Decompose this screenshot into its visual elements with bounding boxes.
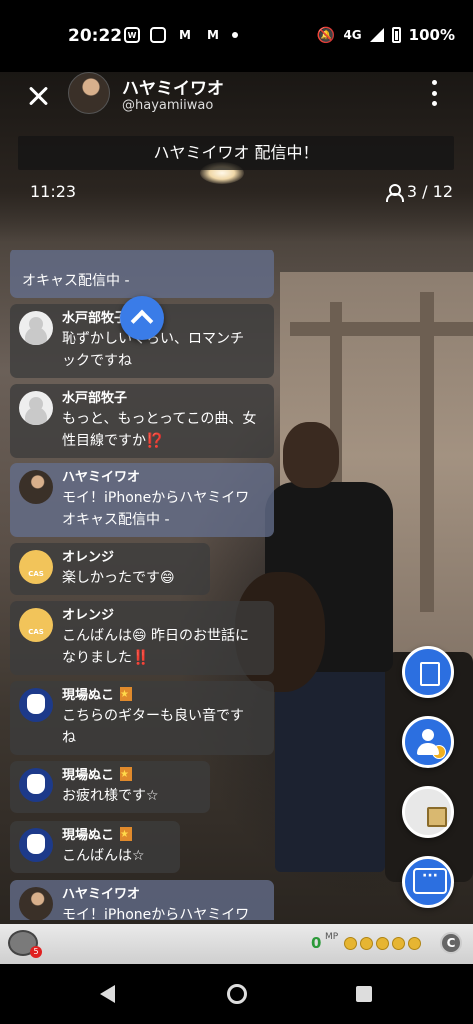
follow-button[interactable] xyxy=(402,716,454,768)
status-time: 20:22 xyxy=(68,26,123,46)
c-token-icon[interactable]: C xyxy=(440,932,462,954)
recents-icon[interactable] xyxy=(356,986,372,1002)
comment-item: ハヤミイワオ モイ！iPhoneからハヤミイワ xyxy=(10,880,274,920)
coin-badge: 5 xyxy=(30,946,42,958)
comment-author: ハヤミイワオ xyxy=(62,470,141,485)
comment-text: オキャス配信中 - xyxy=(22,273,130,289)
viewer-count-label: 3 / 12 xyxy=(406,182,453,201)
comment-author: オレンジ xyxy=(62,608,115,623)
signal-icon xyxy=(369,28,384,42)
comment-item: CAS オレンジ こんばんは😄 昨日のお世話に なりました‼️ xyxy=(10,601,274,675)
comment-author: 水戸部牧子 xyxy=(62,391,128,406)
comment-text: モイ！iPhoneからハヤミイワ xyxy=(62,907,250,920)
comment-list[interactable]: オキャス配信中 - 水戸部牧子 恥ずかしいくらい、ロマンチ ックですね 水戸部牧… xyxy=(0,250,290,920)
dot-icon xyxy=(232,32,238,38)
wall-beam xyxy=(290,322,473,336)
performer-legs xyxy=(275,662,385,872)
person-icon xyxy=(385,183,404,202)
check-icon xyxy=(432,745,446,759)
comment-item: CAS オレンジ 楽しかったです😄 xyxy=(10,543,210,595)
gmail-icon: M xyxy=(207,28,219,42)
wall-beam xyxy=(420,292,434,612)
host-id: @hayamiiwao xyxy=(122,98,214,113)
comment-author: オレンジ xyxy=(62,550,115,565)
live-banner: ハヤミイワオ 配信中！ xyxy=(18,136,454,170)
user-avatar[interactable]: CAS xyxy=(19,550,53,584)
comment-text: こちらのギターも良い音です ね xyxy=(62,708,244,746)
battery-icon xyxy=(391,27,401,43)
comment-author-label: 現場ぬこ xyxy=(62,688,115,703)
user-avatar[interactable] xyxy=(19,887,53,920)
host-avatar[interactable] xyxy=(68,72,110,114)
host-name[interactable]: ハヤミイワオ xyxy=(122,74,224,99)
comment-text: 楽しかったです😄 xyxy=(62,570,175,586)
gift-button[interactable] xyxy=(402,786,454,838)
coin-icon xyxy=(344,937,357,950)
home-icon[interactable] xyxy=(227,984,247,1004)
status-bar: 20:22 W M M 🔕 4G 100% xyxy=(0,0,473,72)
status-right: 🔕 4G 100% xyxy=(317,26,455,44)
instagram-icon xyxy=(150,27,166,43)
comment-author-label: 現場ぬこ xyxy=(62,768,115,783)
comment-author: 現場ぬこ xyxy=(62,826,170,845)
close-button[interactable] xyxy=(24,82,52,110)
comment-item: 現場ぬこ こんばんは☆ xyxy=(10,821,180,873)
comment-item: ハヤミイワオ モイ！iPhoneからハヤミイワ オキャス配信中 - xyxy=(10,463,274,537)
more-options-button[interactable] xyxy=(426,80,442,106)
user-avatar[interactable] xyxy=(19,688,53,722)
network-label: 4G xyxy=(343,28,362,42)
performer-head xyxy=(283,422,339,488)
coin-row[interactable] xyxy=(344,937,421,950)
coin-icon xyxy=(408,937,421,950)
user-avatar[interactable] xyxy=(19,828,53,862)
comment-text: モイ！iPhoneからハヤミイワ オキャス配信中 - xyxy=(62,490,250,528)
coin-icon xyxy=(376,937,389,950)
user-avatar[interactable] xyxy=(19,470,53,504)
comment-author: 現場ぬこ xyxy=(62,686,264,705)
comment-item: 現場ぬこ お疲れ様です☆ xyxy=(10,761,210,813)
scroll-up-button[interactable] xyxy=(120,296,164,340)
notification-icons: W M M xyxy=(124,27,238,43)
coin-icon[interactable]: 5 xyxy=(8,930,42,958)
comment-text: お疲れ様です☆ xyxy=(62,788,159,804)
comment-text: もっと、もっとってこの曲、女 性目線ですか⁉️ xyxy=(62,411,257,449)
comment-author: ハヤミイワオ xyxy=(62,887,141,902)
mp-value: 0 xyxy=(311,934,322,952)
gmail-icon: M xyxy=(179,28,191,42)
comment-item: 水戸部牧子 もっと、もっとってこの曲、女 性目線ですか⁉️ xyxy=(10,384,274,458)
mute-icon: 🔕 xyxy=(316,26,336,44)
screenshot-button[interactable] xyxy=(402,646,454,698)
comment-item: オキャス配信中 - xyxy=(10,250,274,298)
user-avatar[interactable]: CAS xyxy=(19,608,53,642)
comment-text: こんばんは😄 昨日のお世話に なりました‼️ xyxy=(62,628,250,666)
comment-text: 恥ずかしいくらい、ロマンチ ックですね xyxy=(62,331,244,369)
user-avatar[interactable] xyxy=(19,311,53,345)
comment-text: こんばんは☆ xyxy=(62,848,145,864)
medal-icon xyxy=(120,766,133,784)
coin-icon xyxy=(392,937,405,950)
elapsed-time: 11:23 xyxy=(30,182,77,201)
user-avatar[interactable] xyxy=(19,768,53,802)
bottom-bar: 5 0 MP C xyxy=(0,924,473,964)
comment-item: 現場ぬこ こちらのギターも良い音です ね xyxy=(10,681,274,755)
medal-icon xyxy=(120,686,133,704)
comment-author: 現場ぬこ xyxy=(62,766,200,785)
battery-label: 100% xyxy=(408,26,455,44)
mp-label: MP xyxy=(325,932,339,942)
coin-icon xyxy=(360,937,373,950)
medal-icon xyxy=(120,826,133,844)
wn-icon: W xyxy=(124,27,140,43)
comment-author-label: 現場ぬこ xyxy=(62,828,115,843)
viewer-count: 3 / 12 xyxy=(385,182,453,202)
comment-button[interactable] xyxy=(402,856,454,908)
back-icon[interactable] xyxy=(100,985,115,1003)
user-avatar[interactable] xyxy=(19,391,53,425)
navigation-bar xyxy=(0,964,473,1024)
